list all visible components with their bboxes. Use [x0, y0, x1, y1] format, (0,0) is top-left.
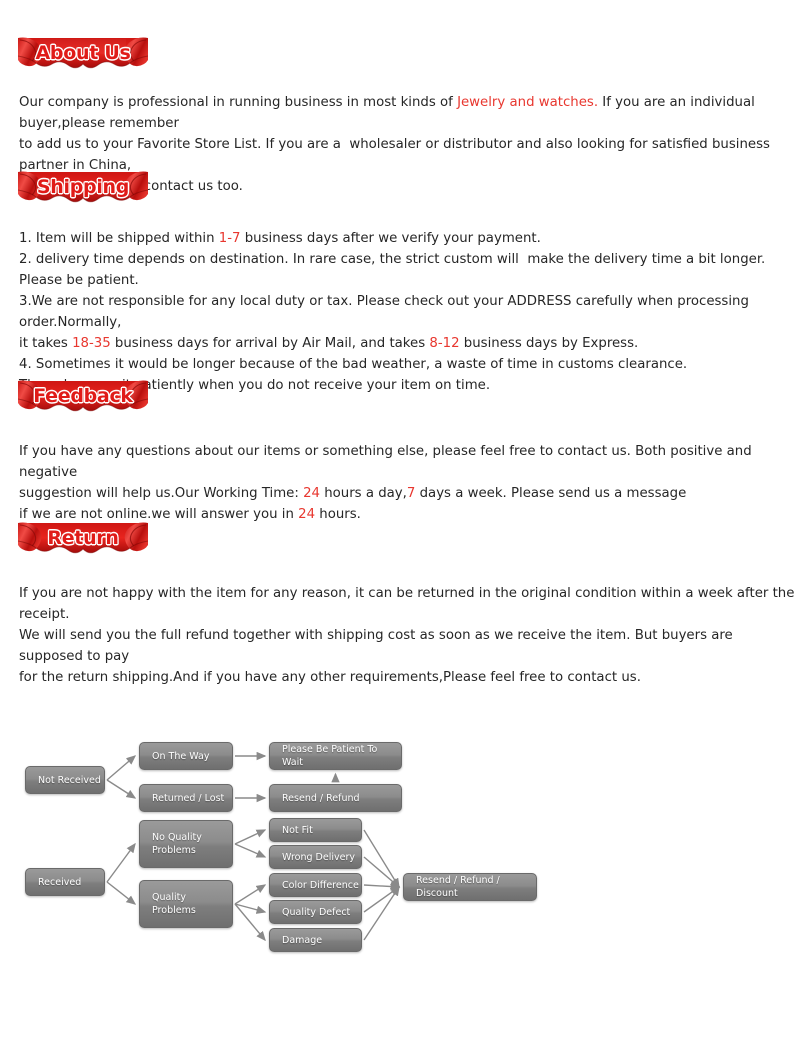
- flow-arrow-quality-defect-to-resend-refund-discount: [363, 886, 401, 913]
- flow-node-label: Damage: [282, 934, 323, 946]
- flow-arrow-quality-problems-to-damage: [234, 903, 266, 942]
- section-feedback: Feedback If you have any questions about…: [0, 379, 800, 525]
- banner-label: Shipping: [36, 176, 130, 199]
- section-shipping: Shipping 1. Item will be shipped within …: [0, 170, 800, 396]
- flow-node-not-received: Not Received: [25, 766, 105, 794]
- highlighted-text: Jewelry and watches.: [457, 95, 599, 110]
- body-text: hours.: [315, 507, 361, 522]
- body-text: it takes: [19, 336, 73, 351]
- banner-label: Feedback: [33, 385, 133, 408]
- highlighted-text: 1-7: [218, 231, 241, 246]
- feedback-text: If you have any questions about our item…: [19, 441, 800, 525]
- flow-node-please-be-patient: Please Be Patient To Wait: [269, 742, 402, 770]
- flow-node-not-fit: Not Fit: [269, 818, 362, 842]
- flow-node-label: Quality Problems: [152, 892, 196, 916]
- body-text: 1. Item will be shipped within: [19, 231, 219, 246]
- banner-about-us: About Us: [18, 36, 148, 76]
- flow-arrow-no-quality-problems-to-wrong-delivery: [234, 843, 267, 858]
- body-text: If you are not happy with the item for a…: [19, 586, 799, 622]
- body-text: business days after we verify your payme…: [240, 231, 541, 246]
- flow-arrow-damage-to-resend-refund-discount: [363, 885, 400, 941]
- return-text: If you are not happy with the item for a…: [19, 583, 800, 688]
- flow-arrow-quality-problems-to-color-difference: [234, 884, 267, 905]
- text-line: 1. Item will be shipped within 1-7 busin…: [19, 228, 800, 249]
- flow-node-label: Wrong Delivery: [282, 851, 355, 863]
- text-line: Our company is professional in running b…: [19, 92, 800, 134]
- flow-node-label: Quality Defect: [282, 906, 351, 918]
- flow-node-label: Not Received: [38, 774, 101, 786]
- body-text: suggestion will help us.Our Working Time…: [19, 486, 304, 501]
- flow-node-on-the-way: On The Way: [139, 742, 233, 770]
- text-line: 4. Sometimes it would be longer because …: [19, 354, 800, 375]
- body-text: to add us to your Favorite Store List. I…: [19, 137, 775, 173]
- flow-node-label: No Quality Problems: [152, 832, 202, 856]
- body-text: if we are not online.we will answer you …: [19, 507, 299, 522]
- highlighted-text: 18-35: [72, 336, 111, 351]
- body-text: business days for arrival by Air Mail, a…: [110, 336, 430, 351]
- shipping-text: 1. Item will be shipped within 1-7 busin…: [19, 228, 800, 396]
- body-text: 4. Sometimes it would be longer because …: [19, 357, 688, 372]
- body-text: 3.We are not responsible for any local d…: [19, 294, 754, 330]
- section-return: Return If you are not happy with the ite…: [0, 521, 800, 688]
- flow-node-resend-refund: Resend / Refund: [269, 784, 402, 812]
- flow-node-label: Resend / Refund: [282, 792, 360, 804]
- flow-arrow-not-received-to-on-the-way: [106, 755, 137, 781]
- flow-arrow-not-received-to-returned-lost: [106, 779, 137, 799]
- flow-arrow-wrong-delivery-to-resend-refund-discount: [363, 856, 401, 888]
- flow-node-label: Returned / Lost: [152, 792, 225, 804]
- banner-label: Return: [47, 527, 119, 550]
- body-text: business days by Express.: [459, 336, 639, 351]
- flow-arrow-received-to-quality-problems: [106, 881, 137, 905]
- flow-node-label: Color Difference: [282, 879, 359, 891]
- flow-node-damage: Damage: [269, 928, 362, 952]
- banner-return: Return: [18, 521, 148, 561]
- flow-node-wrong-delivery: Wrong Delivery: [269, 845, 362, 869]
- flow-node-label: On The Way: [152, 750, 210, 762]
- returns-flowchart: Not Received On The Way Returned / Lost Ple…: [0, 700, 800, 980]
- flow-arrow-no-quality-problems-to-not-fit: [234, 829, 267, 845]
- body-text: If you have any questions about our item…: [19, 444, 756, 480]
- flow-node-label: Received: [38, 876, 82, 888]
- flow-node-resend-refund-discount: Resend / Refund / Discount: [403, 873, 537, 901]
- flow-node-label: Please Be Patient To Wait: [282, 744, 378, 768]
- body-text: 2. delivery time depends on destination.…: [19, 252, 770, 288]
- body-text: for the return shipping.And if you have …: [19, 670, 641, 685]
- body-text: Our company is professional in running b…: [19, 95, 458, 110]
- text-line: If you are not happy with the item for a…: [19, 583, 800, 625]
- flow-node-label: Resend / Refund / Discount: [416, 875, 500, 899]
- flow-arrow-color-difference-to-resend-refund-discount: [363, 882, 401, 891]
- text-line: it takes 18-35 business days for arrival…: [19, 333, 800, 354]
- body-text: days a week. Please send us a message: [415, 486, 687, 501]
- text-line: for the return shipping.And if you have …: [19, 667, 800, 688]
- text-line: 2. delivery time depends on destination.…: [19, 249, 800, 291]
- banner-feedback: Feedback: [18, 379, 148, 419]
- flow-node-no-quality-problems: No Quality Problems: [139, 820, 233, 868]
- banner-label: About Us: [35, 42, 131, 65]
- flow-arrow-not-fit-to-resend-refund-discount: [363, 829, 400, 889]
- body-text: We will send you the full refund togethe…: [19, 628, 737, 664]
- flow-arrow-quality-problems-to-quality-defect: [234, 903, 267, 914]
- text-line: We will send you the full refund togethe…: [19, 625, 800, 667]
- flow-node-returned-lost: Returned / Lost: [139, 784, 233, 812]
- flow-node-received: Received: [25, 868, 105, 896]
- flow-node-quality-defect: Quality Defect: [269, 900, 362, 924]
- flow-node-quality-problems: Quality Problems: [139, 880, 233, 928]
- flow-arrow-received-to-no-quality-problems: [106, 842, 136, 883]
- text-line: suggestion will help us.Our Working Time…: [19, 483, 800, 504]
- highlighted-text: 24: [298, 507, 316, 522]
- flow-node-label: Not Fit: [282, 824, 313, 836]
- text-line: If you have any questions about our item…: [19, 441, 800, 483]
- banner-shipping: Shipping: [18, 170, 148, 210]
- text-line: 3.We are not responsible for any local d…: [19, 291, 800, 333]
- highlighted-text: 24: [303, 486, 320, 501]
- flow-node-color-difference: Color Difference: [269, 873, 362, 897]
- highlighted-text: 8-12: [429, 336, 460, 351]
- body-text: hours a day,: [320, 486, 407, 501]
